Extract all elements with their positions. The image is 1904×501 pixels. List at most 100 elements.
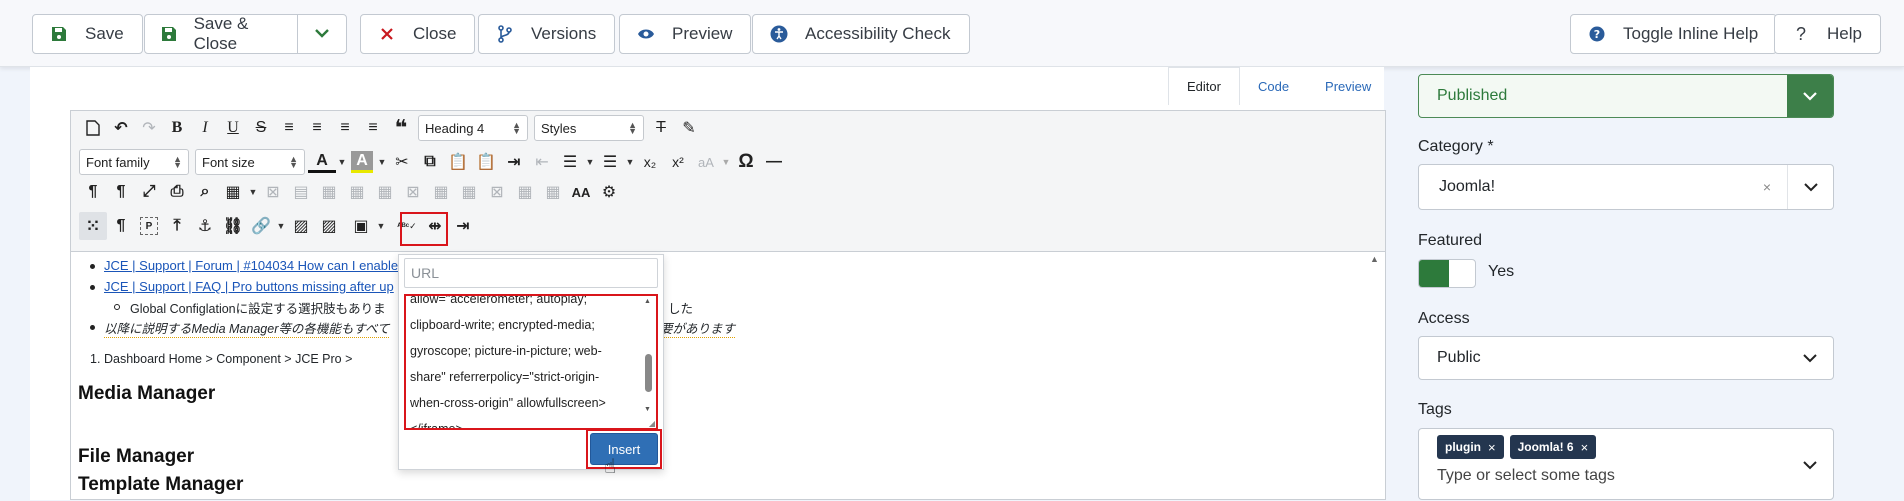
font-size-change-icon[interactable]: aA [692,148,720,176]
align-right-icon[interactable]: ≡ [359,114,387,142]
caret-down-icon[interactable]: ▼ [275,221,287,231]
scroll-up-icon[interactable]: ▲ [1370,254,1379,264]
font-size-select[interactable]: Font size ▲ ▼ [195,149,305,175]
featured-toggle[interactable] [1418,259,1476,288]
status-select[interactable]: Published [1418,74,1834,118]
caret-down-icon[interactable]: ▼ [624,157,636,167]
anchor-icon[interactable]: ⚓ [191,212,219,240]
heading-select[interactable]: Heading 4 ▲ ▼ [418,115,528,141]
paste-icon[interactable]: 📋 [444,148,472,176]
save-close-button[interactable]: Save & Close [144,14,298,54]
caret-down-icon[interactable]: ▼ [584,157,596,167]
row-before-icon[interactable]: ▦ [343,178,371,206]
horizontal-rule-icon[interactable]: — [760,148,788,176]
styles-select[interactable]: Styles ▲ ▼ [534,115,644,141]
align-justify-icon[interactable]: ≡ [275,114,303,142]
undo-icon[interactable]: ↶ [107,114,135,142]
scroll-up-icon[interactable]: ▲ [644,298,651,305]
col-before-icon[interactable]: ▦ [427,178,455,206]
align-center-icon[interactable]: ≡ [303,114,331,142]
tags-select[interactable]: plugin × Joomla! 6 × Type or select some t… [1418,428,1834,500]
bold-icon[interactable]: B [163,114,191,142]
font-family-select[interactable]: Font family ▲ ▼ [79,149,189,175]
outdent-icon[interactable]: ⇤ [528,148,556,176]
cut-icon[interactable]: ✂ [388,148,416,176]
fullscreen-icon[interactable]: ⤢ [135,178,163,206]
clear-icon[interactable]: × [1763,179,1771,195]
italic-icon[interactable]: I [191,114,219,142]
help-button[interactable]: ? Help [1774,14,1881,54]
accessibility-check-button[interactable]: Accessibility Check [752,14,970,54]
tab-code[interactable]: Code [1240,67,1307,105]
forum-link[interactable]: JCE | Support | Forum | #104034 How can … [104,258,398,273]
unlink-icon[interactable]: ⛓ [219,212,247,240]
media-embed-icon[interactable]: ▣ [347,212,375,240]
search-icon[interactable]: ⌕ [191,178,219,206]
embed-code-textarea[interactable]: allow="accelerometer; autoplay; clipboar… [404,294,658,430]
spellcheck-icon[interactable]: AA [567,178,595,206]
caret-down-icon[interactable]: ▼ [375,221,387,231]
paragraph-ltr-icon[interactable]: ¶ [79,178,107,206]
bullet-list-icon[interactable]: ☰ [596,148,624,176]
caret-down-icon[interactable]: ▼ [376,157,388,167]
text-color-icon[interactable]: A [308,151,336,173]
scroll-down-icon[interactable]: ▼ [644,406,651,413]
row-after-icon[interactable]: ▦ [371,178,399,206]
numbered-list-icon[interactable]: ☰ [556,148,584,176]
upload-icon[interactable]: ⤒ [163,212,191,240]
tab-preview[interactable]: Preview [1307,67,1389,105]
table-icon[interactable]: ▦ [219,178,247,206]
caret-down-icon[interactable]: ▼ [247,187,259,197]
access-select[interactable]: Public [1418,336,1834,380]
caret-down-icon[interactable]: ▼ [336,157,348,167]
category-select[interactable]: Joomla! × [1418,164,1834,210]
paragraph-marker-icon[interactable]: P [140,217,158,235]
delete-row-icon[interactable]: ⊠ [399,178,427,206]
paste-text-icon[interactable]: 📋 [472,148,500,176]
table-delete-icon[interactable]: ⊠ [259,178,287,206]
format-painter-icon[interactable]: ✎ [675,114,703,142]
save-button[interactable]: Save [32,14,143,54]
underline-icon[interactable]: U [219,114,247,142]
insert-button[interactable]: Insert [590,433,658,465]
subscript-icon[interactable]: x₂ [636,148,664,176]
highlight-color-icon[interactable]: A [351,151,373,173]
faq-link[interactable]: JCE | Support | FAQ | Pro buttons missin… [104,279,394,294]
new-document-icon[interactable] [79,114,107,142]
remove-tag-icon[interactable]: × [1581,440,1589,455]
special-characters-icon[interactable]: Ω [732,148,760,176]
superscript-icon[interactable]: x² [664,148,692,176]
show-blocks-icon[interactable]: ¶ [107,212,135,240]
clear-formatting-icon[interactable]: T [647,114,675,142]
versions-button[interactable]: Versions [478,14,616,54]
tab-editor[interactable]: Editor [1168,67,1240,105]
toggle-inline-help-button[interactable]: ? Toggle Inline Help [1570,14,1778,54]
indent-icon[interactable]: ⇥ [500,148,528,176]
caret-down-icon[interactable]: ▼ [720,157,732,167]
merge-cells-icon[interactable]: ▦ [539,178,567,206]
link-icon[interactable]: 🔗 [247,212,275,240]
print-icon[interactable]: ⎙ [163,178,191,206]
tags-input[interactable]: Type or select some tags [1437,467,1833,485]
textarea-scrollbar[interactable]: ▲ ▼ [642,298,654,426]
url-input[interactable]: URL [404,258,658,288]
image-icon[interactable]: ▨ [287,212,315,240]
resize-handle-icon[interactable]: ◢ [649,419,655,428]
close-button[interactable]: Close [360,14,476,54]
strikethrough-icon[interactable]: S [247,114,275,142]
scrollbar-thumb[interactable] [645,354,652,392]
col-after-icon[interactable]: ▦ [455,178,483,206]
remove-tag-icon[interactable]: × [1488,440,1496,455]
table-row-props-icon[interactable]: ▤ [287,178,315,206]
redo-icon[interactable]: ↷ [135,114,163,142]
image-manager-icon[interactable]: ▨ [315,212,343,240]
gear-icon[interactable]: ⚙ [595,178,623,206]
table-cell-props-icon[interactable]: ▦ [315,178,343,206]
save-options-dropdown[interactable] [297,14,347,54]
preview-button[interactable]: Preview [619,14,752,54]
delete-col-icon[interactable]: ⊠ [483,178,511,206]
split-cells-icon[interactable]: ▦ [511,178,539,206]
paragraph-rtl-icon[interactable]: ¶ [107,178,135,206]
blockquote-icon[interactable]: ❝ [387,114,415,142]
copy-icon[interactable]: ⧉ [416,148,444,176]
